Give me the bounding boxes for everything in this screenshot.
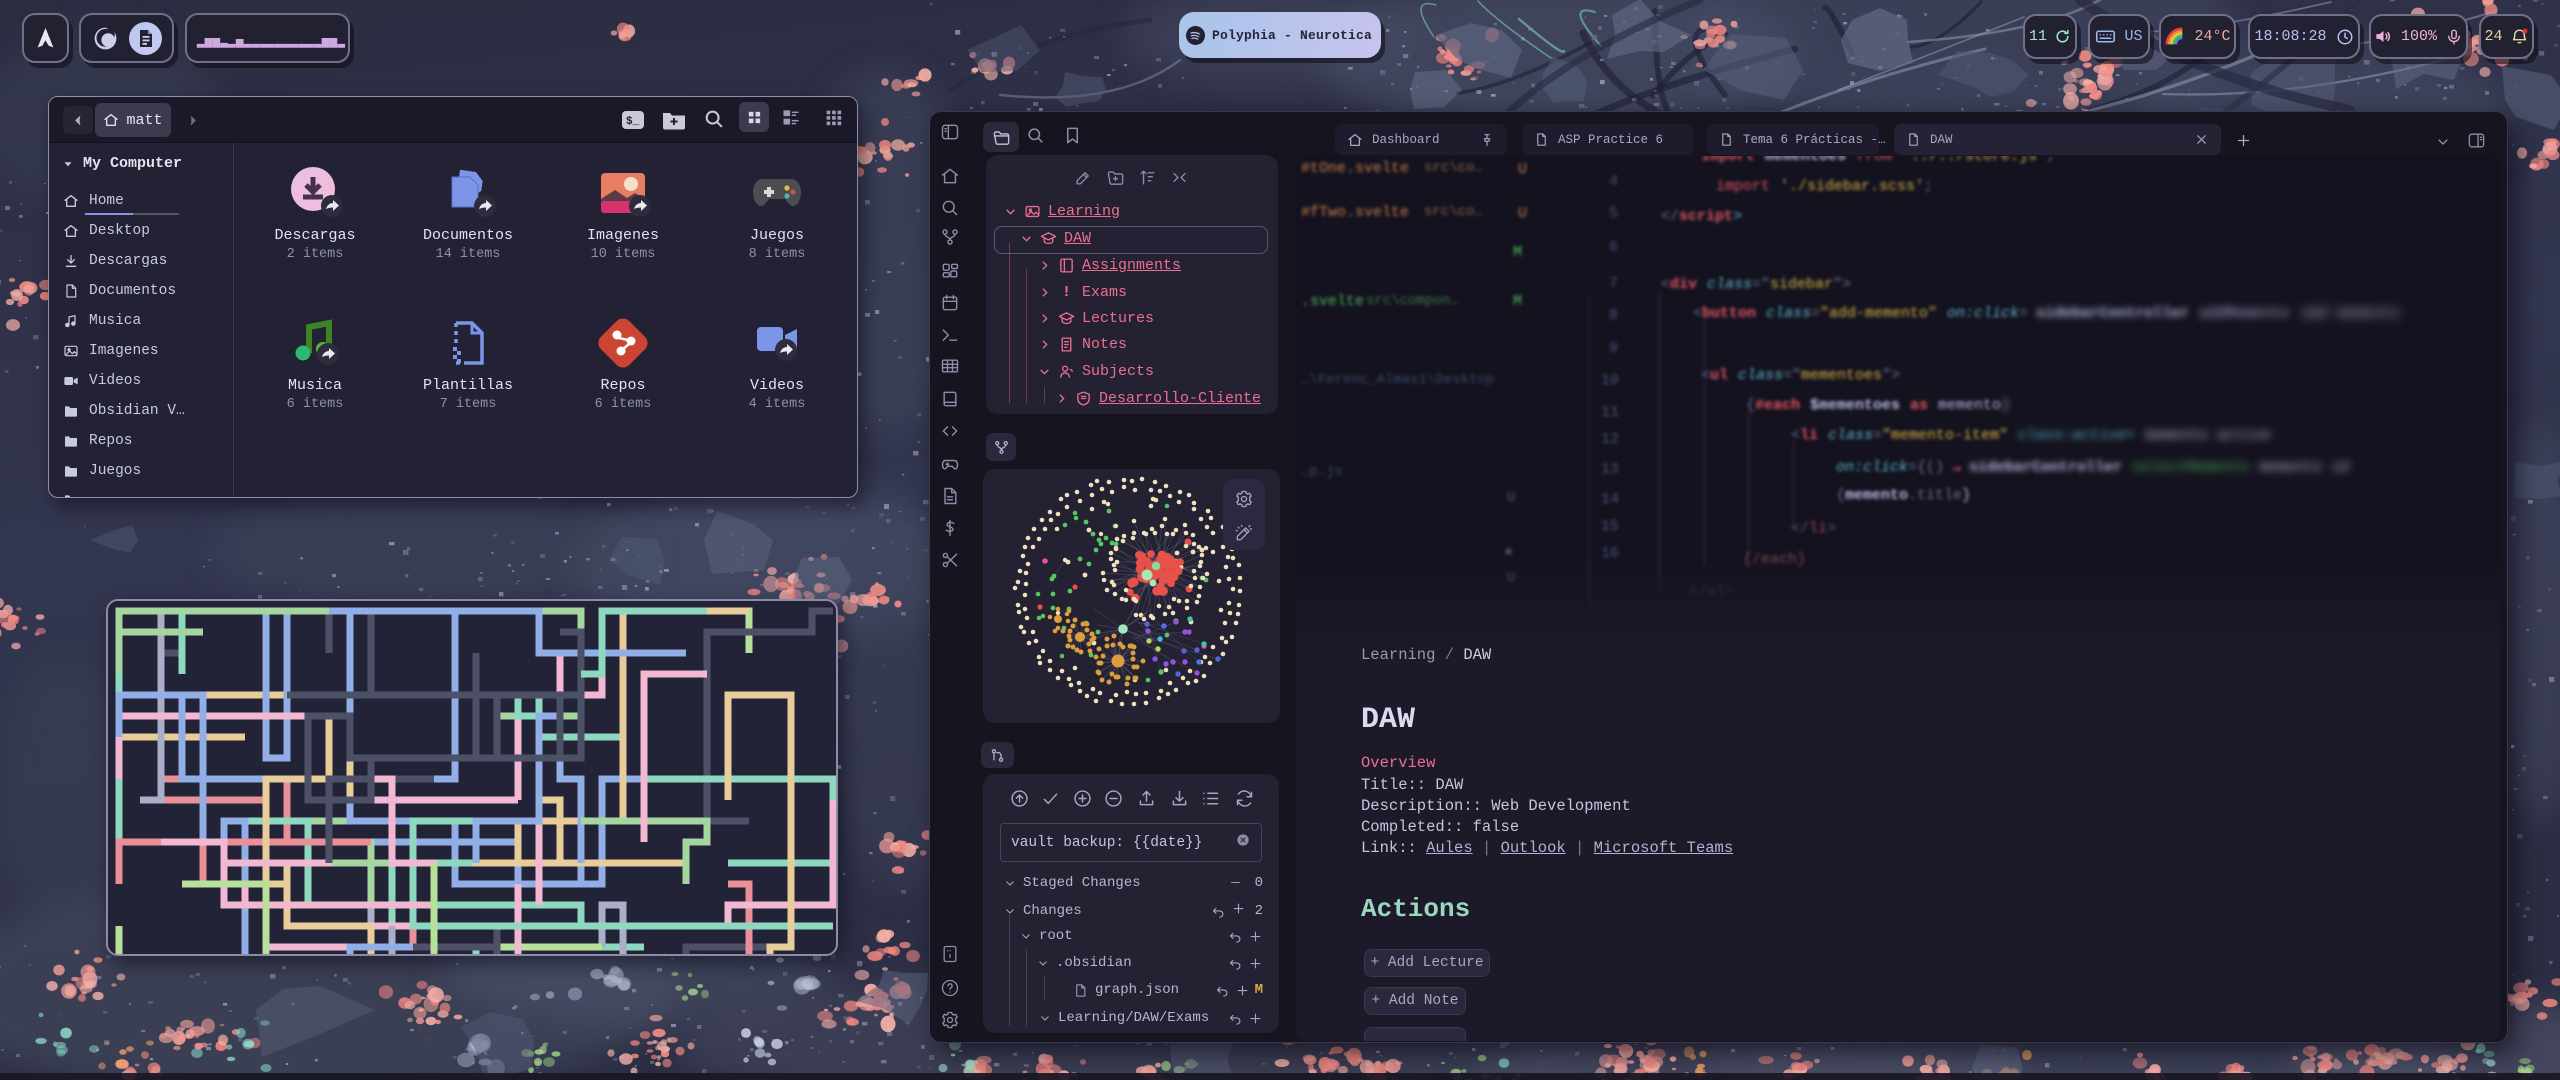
svg-text:$_: $_ (626, 116, 640, 128)
